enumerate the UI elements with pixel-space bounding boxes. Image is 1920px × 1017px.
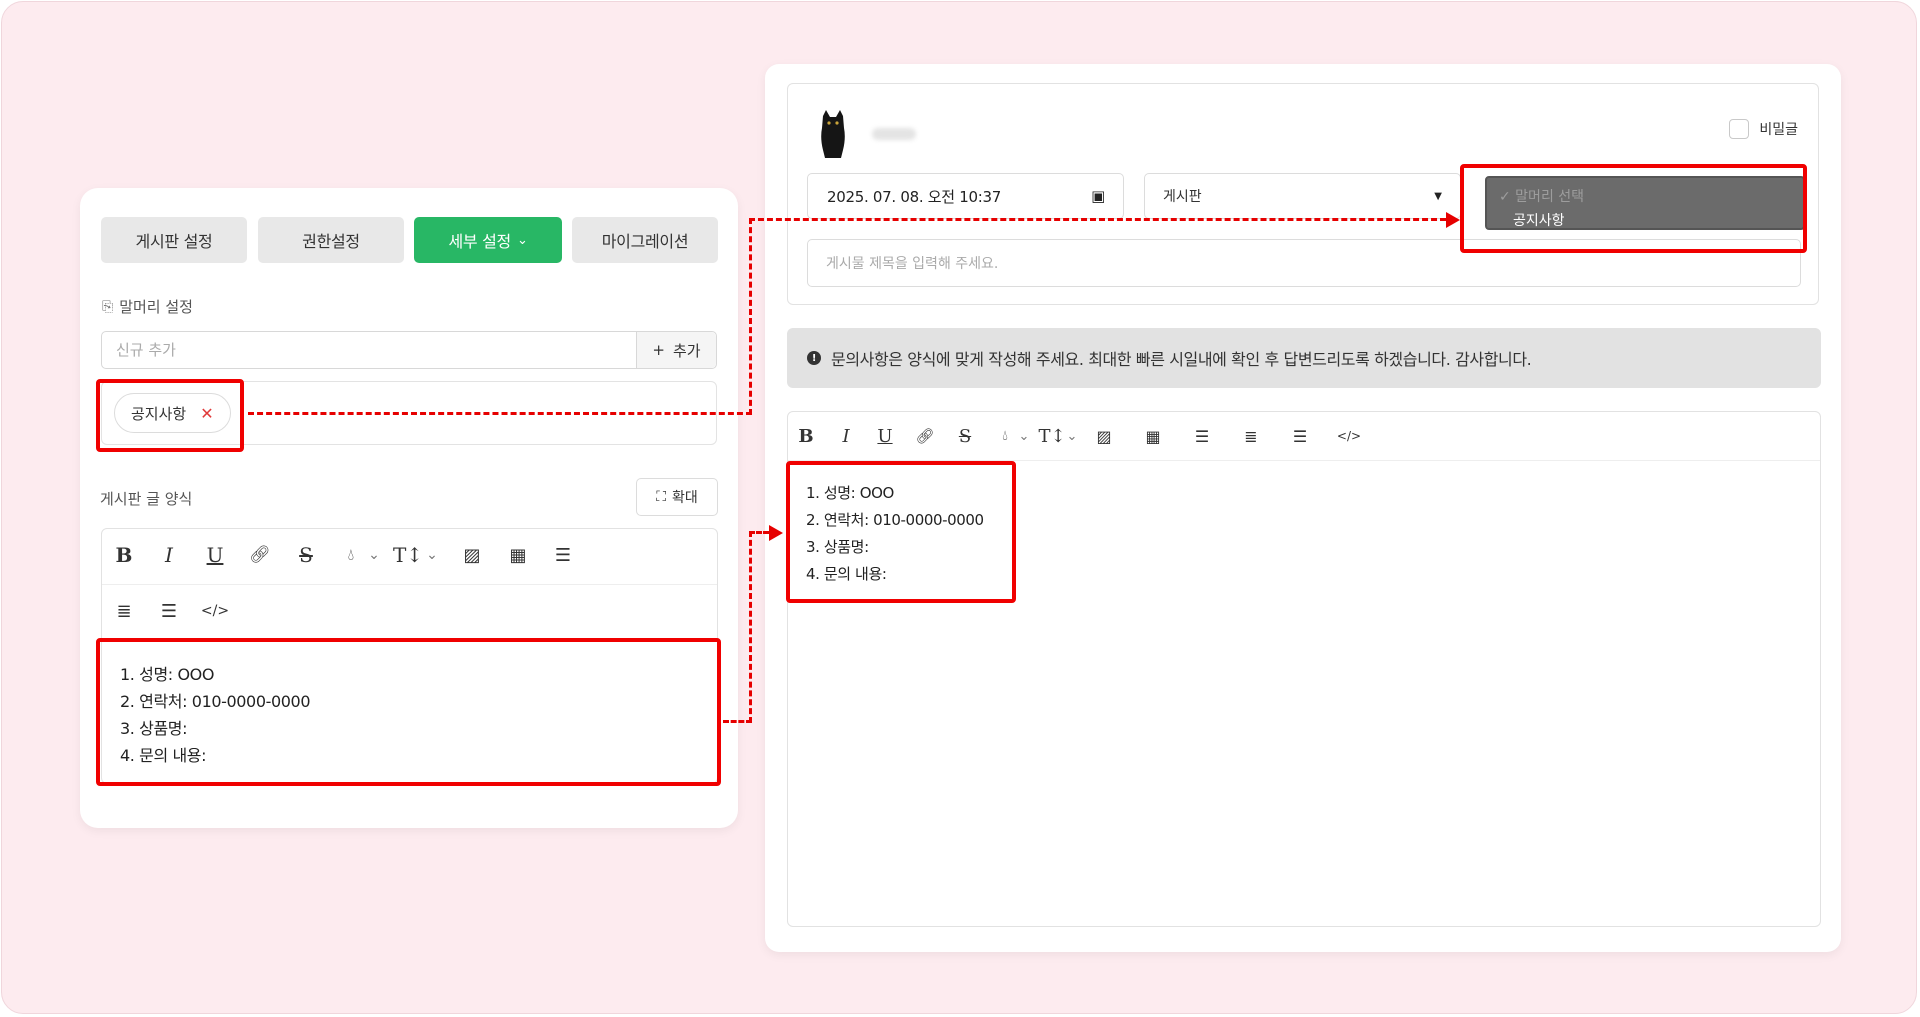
connector-line [749,218,1446,221]
bookmark-icon: ⎘ [102,298,114,315]
connector-line [723,720,752,723]
expand-icon: ⛶ [656,489,667,505]
align-right-icon[interactable]: ☰ [151,593,187,629]
underline-icon[interactable]: U [197,537,233,573]
code-icon[interactable]: </> [1333,418,1365,454]
strikethrough-icon[interactable]: S [288,537,324,573]
new-prefix-input[interactable] [102,332,636,368]
add-prefix-button[interactable]: + 추가 [636,332,716,368]
underline-icon[interactable]: U [869,418,901,454]
connector-line [248,412,752,415]
tab-migration[interactable]: 마이그레이션 [572,217,718,263]
code-icon[interactable]: </> [197,593,233,629]
date-field[interactable]: 2025. 07. 08. 오전 10:37 ▣ [807,173,1124,219]
align-left-icon[interactable]: ☰ [1186,418,1218,454]
align-left-icon[interactable]: ☰ [545,537,581,573]
strikethrough-icon[interactable]: S [949,418,981,454]
prefix-add-row: +추가 [101,331,717,369]
plus-icon: + [652,341,665,359]
connector-line [749,531,752,723]
board-select[interactable]: 게시판 ▼ [1144,173,1461,219]
table-icon[interactable]: ▦ [500,537,536,573]
image-icon[interactable]: ▨ [454,537,490,573]
avatar [813,106,853,158]
username-blurred [872,128,916,140]
align-center-icon[interactable]: ≣ [1235,418,1267,454]
highlight-prefix-dropdown [1460,164,1807,253]
connector-line [749,531,769,534]
image-icon[interactable]: ▨ [1088,418,1120,454]
italic-icon[interactable]: I [830,418,862,454]
prefix-settings-title: ⎘ 말머리 설정 [102,298,193,316]
secret-checkbox[interactable] [1729,119,1750,139]
highlight-editor-content [786,461,1016,603]
link-icon[interactable]: 🔗︎ [909,418,941,454]
board-form-title: 게시판 글 양식 [100,490,193,508]
caret-down-icon: ▼ [1434,190,1442,202]
tab-board-settings[interactable]: 게시판 설정 [101,217,247,263]
chevron-down-icon[interactable]: ⌄ [422,537,442,573]
tab-detail-settings[interactable]: 세부 설정 ⌄ [414,217,562,263]
chevron-down-icon: ⌄ [516,232,528,248]
align-center-icon[interactable]: ≣ [106,593,142,629]
tab-permission-settings[interactable]: 권한설정 [258,217,404,263]
chevron-down-icon[interactable]: ⌄ [364,537,384,573]
secret-post-toggle[interactable]: 비밀글 [1729,119,1798,139]
align-right-icon[interactable]: ☰ [1284,418,1316,454]
bold-icon[interactable]: B [106,537,142,573]
info-icon: ! [807,351,821,365]
chevron-down-icon[interactable]: ⌄ [1062,418,1082,454]
highlight-tag-chip [96,379,244,452]
table-icon[interactable]: ▦ [1137,418,1169,454]
italic-icon[interactable]: I [151,537,187,573]
connector-line [749,218,752,415]
highlight-template-content [96,638,721,786]
text-size-icon[interactable]: T↕ [390,537,426,573]
connector-arrow [769,525,783,541]
calendar-icon[interactable]: ▣ [1091,187,1105,205]
bold-icon[interactable]: B [790,418,822,454]
chevron-down-icon[interactable]: ⌄ [1014,418,1034,454]
link-icon[interactable]: 🔗︎ [242,537,278,573]
expand-button[interactable]: ⛶ 확대 [636,478,718,516]
connector-arrow [1446,212,1460,228]
notice-banner: ! 문의사항은 양식에 맞게 작성해 주세요. 최대한 빠른 시일내에 확인 후… [787,328,1821,388]
